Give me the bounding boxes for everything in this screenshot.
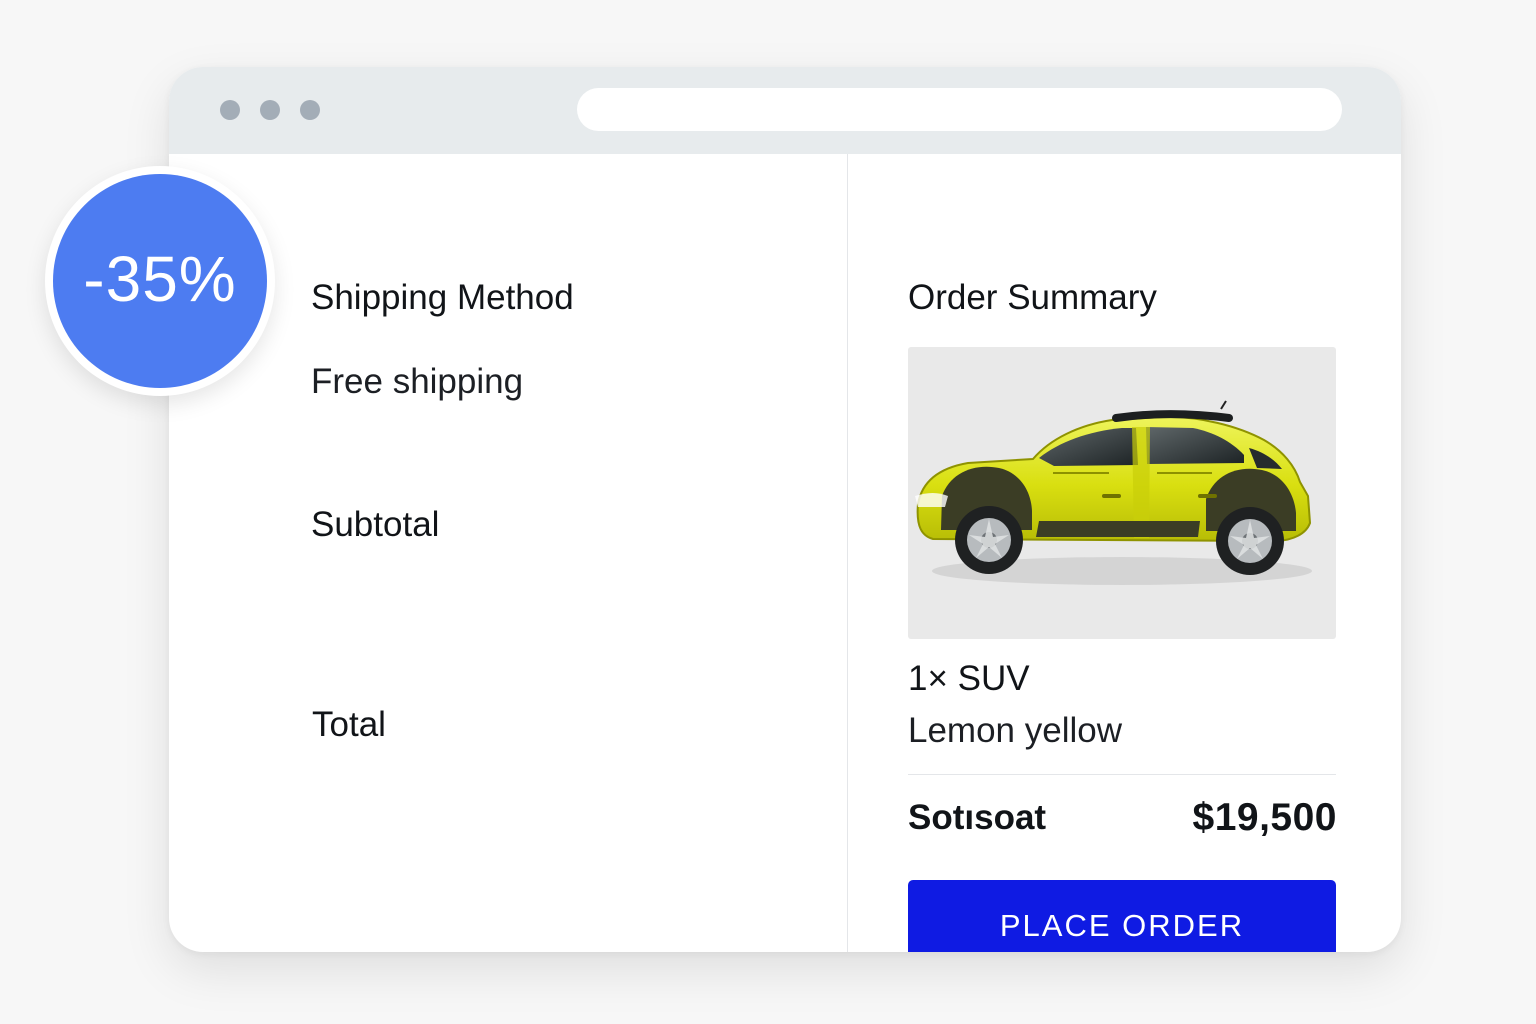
suv-illustration xyxy=(915,400,1312,585)
browser-titlebar xyxy=(169,67,1401,154)
window-dot-icon[interactable] xyxy=(300,100,320,120)
subtotal-label: Subtotal xyxy=(311,505,440,544)
order-item-color: Lemon yellow xyxy=(908,711,1122,750)
discount-badge-text: -35% xyxy=(83,243,237,315)
place-order-button[interactable]: PLACE ORDER xyxy=(908,880,1336,952)
shipping-method-value: Free shipping xyxy=(311,362,524,401)
order-item-quantity-name: 1× SUV xyxy=(908,659,1030,698)
address-bar[interactable] xyxy=(577,88,1342,131)
order-subtotal-value: $19,500 xyxy=(1192,796,1337,839)
discount-badge: -35% xyxy=(45,166,275,396)
order-subtotal-label: Sotısoat xyxy=(908,798,1047,837)
shipping-method-heading: Shipping Method xyxy=(311,278,574,317)
window-dot-icon[interactable] xyxy=(220,100,240,120)
discount-badge-circle: -35% xyxy=(53,174,267,388)
yellow-suv-image xyxy=(908,347,1336,639)
total-label: Total xyxy=(312,705,386,744)
window-dot-icon[interactable] xyxy=(260,100,280,120)
checkout-content: Shipping Method Free shipping Subtotal T… xyxy=(169,154,1401,952)
order-summary-title: Order Summary xyxy=(908,278,1157,317)
column-divider xyxy=(847,154,848,952)
browser-window: Shipping Method Free shipping Subtotal T… xyxy=(169,67,1401,952)
summary-divider xyxy=(908,774,1336,775)
